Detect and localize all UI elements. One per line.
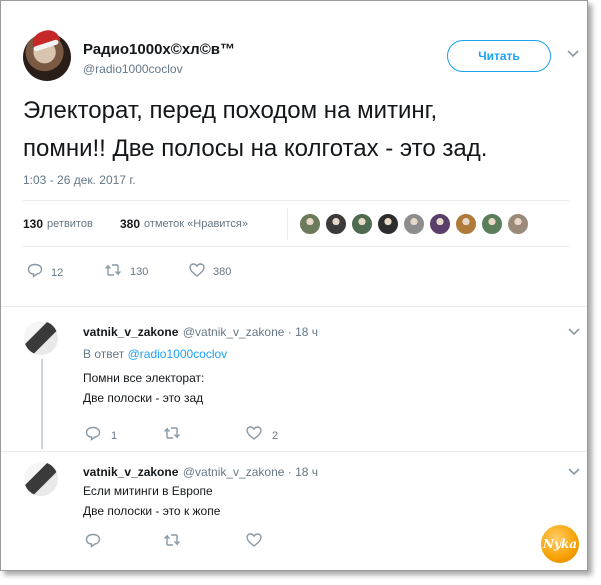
liker-avatar[interactable] (455, 213, 477, 235)
reply-text-line: Если митинги в Европе (83, 484, 213, 498)
divider (23, 246, 569, 247)
retweet-action[interactable]: 130 (104, 263, 148, 281)
reply-text: Помни все электорат: Две полоски - это з… (83, 368, 204, 408)
reply-text-line: Две полоски - это зад (83, 391, 204, 405)
like-action[interactable]: 2 (246, 426, 278, 445)
watermark-logo: Nyka (541, 525, 579, 563)
reply-text-line: Помни все электорат: (83, 371, 205, 385)
follow-button[interactable]: Читать (447, 40, 551, 72)
liker-avatar[interactable] (481, 213, 503, 235)
liker-avatar[interactable] (507, 213, 529, 235)
liker-avatar[interactable] (403, 213, 425, 235)
reply-icon (85, 533, 101, 552)
reply-action[interactable] (85, 533, 101, 553)
liker-avatars (299, 213, 529, 235)
tweet-text-line: Электорат, перед походом на митинг, (23, 97, 438, 124)
in-reply-handle-link[interactable]: @radio1000coclov (128, 347, 228, 361)
reply-author-handle[interactable]: @vatnik_v_zakone · 18 ч (183, 325, 318, 339)
reply-action[interactable]: 1 (85, 426, 117, 446)
reply-text: Если митинги в Европе Две полоски - это … (83, 481, 220, 521)
reply-icon (27, 263, 43, 282)
liker-avatar[interactable] (429, 213, 451, 235)
divider (1, 451, 587, 452)
like-count: 380 (213, 266, 232, 278)
liker-avatar[interactable] (325, 213, 347, 235)
heart-icon (189, 263, 205, 281)
divider (23, 200, 569, 201)
reply-header: vatnik_v_zakone @vatnik_v_zakone · 18 ч (83, 323, 318, 341)
tweet-card: Радио1000х©хл©в™ @radio1000coclov Читать… (0, 0, 588, 571)
heart-icon (246, 426, 262, 445)
retweets-count: 130 (23, 217, 44, 231)
like-action[interactable] (246, 533, 262, 552)
liker-avatar[interactable] (351, 213, 373, 235)
liker-avatar[interactable] (377, 213, 399, 235)
reply-icon (85, 426, 101, 446)
retweet-count: 130 (130, 266, 149, 278)
retweets-stat[interactable]: 130 ретвитов (23, 217, 93, 231)
reply-avatar[interactable] (24, 462, 58, 496)
thread-line (41, 359, 43, 449)
author-handle[interactable]: @radio1000coclov (83, 62, 183, 76)
likes-label: отметок «Нравится» (144, 218, 248, 230)
reply-count: 12 (51, 266, 64, 279)
like-action[interactable]: 380 (189, 263, 231, 281)
author-display-name[interactable]: Радио1000х©хл©в™ (83, 41, 235, 58)
retweet-icon (104, 263, 122, 281)
liker-avatar[interactable] (299, 213, 321, 235)
chevron-down-icon[interactable] (568, 463, 580, 479)
reply-author-handle[interactable]: @vatnik_v_zakone · 18 ч (183, 465, 318, 479)
retweet-icon (163, 534, 181, 551)
reply-author-name[interactable]: vatnik_v_zakone (83, 465, 178, 479)
reply-header: vatnik_v_zakone @vatnik_v_zakone · 18 ч (83, 463, 318, 481)
reply-avatar[interactable] (24, 321, 58, 355)
tweet-text: Электорат, перед походом на митинг, помн… (23, 92, 573, 168)
likes-count: 380 (120, 217, 141, 231)
retweet-action[interactable] (163, 426, 181, 445)
tweet-text-line: помни!! Две полосы на колготах - это зад… (23, 135, 488, 162)
reply-action[interactable]: 12 (27, 263, 63, 282)
reply-count: 1 (111, 430, 118, 442)
stat-divider (287, 208, 288, 240)
likes-stat[interactable]: 380 отметок «Нравится» (120, 217, 248, 231)
heart-icon (246, 533, 262, 551)
tweet-timestamp[interactable]: 1:03 - 26 дек. 2017 г. (23, 173, 136, 187)
like-count: 2 (272, 429, 279, 442)
in-reply-to: В ответ @radio1000coclov (83, 347, 227, 361)
retweets-label: ретвитов (47, 218, 93, 230)
reply-author-name[interactable]: vatnik_v_zakone (83, 325, 178, 339)
reply-text-line: Две полоски - это к жопе (83, 504, 221, 518)
chevron-down-icon[interactable] (568, 323, 580, 339)
divider (1, 306, 587, 307)
in-reply-prefix: В ответ (83, 347, 125, 361)
retweet-action[interactable] (163, 533, 181, 552)
chevron-down-icon[interactable] (567, 45, 579, 61)
retweet-icon (163, 427, 181, 444)
